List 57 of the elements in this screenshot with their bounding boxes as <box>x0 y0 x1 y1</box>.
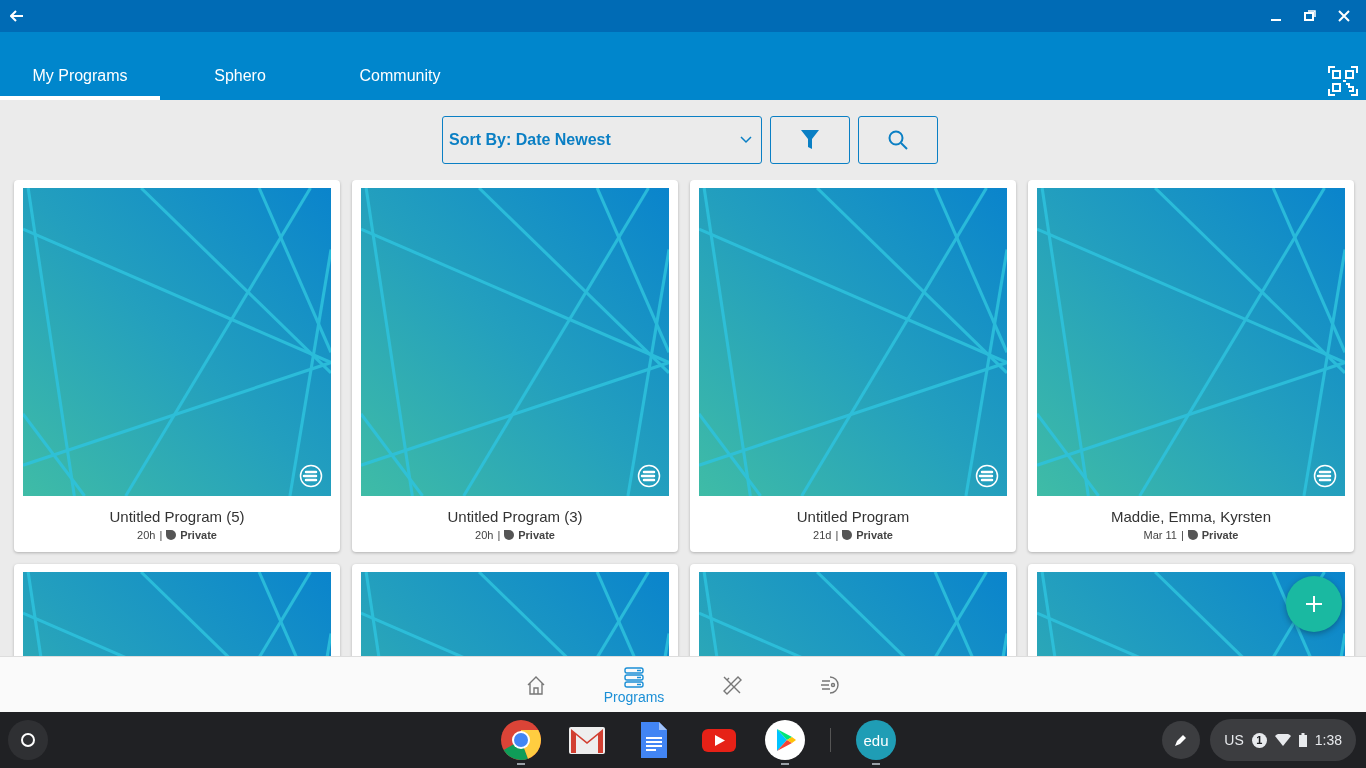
plus-icon <box>1305 595 1323 613</box>
running-indicator <box>517 763 525 765</box>
nav-item[interactable]: Programs <box>597 657 671 712</box>
chrome-icon[interactable] <box>501 720 541 760</box>
programs-icon <box>622 664 646 689</box>
filter-icon <box>800 129 820 151</box>
battery-icon <box>1298 733 1307 747</box>
lock-tag-icon <box>504 530 515 540</box>
program-card[interactable]: Untitled Program 21d | Private <box>690 180 1016 552</box>
stylus-button[interactable] <box>1162 721 1201 759</box>
search-button[interactable] <box>858 116 938 164</box>
program-badge-icon <box>1313 464 1337 488</box>
separator: | <box>497 529 501 541</box>
lock-tag-icon <box>1187 530 1198 540</box>
program-title: Untitled Program (3) <box>447 508 583 525</box>
program-title: Untitled Program <box>796 508 910 525</box>
lock-tag-icon <box>166 530 177 540</box>
tab[interactable]: Community <box>320 56 480 100</box>
sort-dropdown[interactable]: Sort By: Date Newest <box>442 116 762 164</box>
program-age: 21d <box>813 529 832 541</box>
qr-code-icon[interactable] <box>1328 66 1358 96</box>
program-badge-icon <box>637 464 661 488</box>
tab[interactable]: Sphero <box>160 56 320 100</box>
search-icon <box>888 130 908 150</box>
circle-icon <box>20 732 36 748</box>
play-store-icon[interactable] <box>765 720 805 760</box>
wifi-icon <box>1274 734 1291 746</box>
running-indicator <box>781 763 789 765</box>
lock-tag-icon <box>842 530 853 540</box>
chevron-down-icon <box>739 136 753 144</box>
program-age: 20h <box>137 529 156 541</box>
program-age: 20h <box>475 529 494 541</box>
separator: | <box>159 529 163 541</box>
back-icon[interactable] <box>10 10 24 22</box>
program-card[interactable]: Maddie, Emma, Kyrsten Mar 11 | Private <box>1028 180 1354 552</box>
edu-app-icon[interactable]: edu <box>856 720 896 760</box>
visibility-label: Private <box>1201 529 1239 541</box>
notification-count: 1 <box>1251 732 1267 748</box>
program-badge-icon <box>975 464 999 488</box>
status-tray[interactable]: US 1 1:38 <box>1210 719 1356 761</box>
program-age: Mar 11 <box>1143 529 1177 541</box>
separator: | <box>1180 529 1184 541</box>
running-indicator <box>872 763 880 765</box>
tab[interactable]: My Programs <box>0 56 160 100</box>
keyboard-layout: US <box>1224 732 1244 748</box>
program-title: Untitled Program (5) <box>109 508 245 525</box>
program-card[interactable]: Untitled Program (5) 20h | Private <box>14 180 340 552</box>
program-title: Maddie, Emma, Kyrsten <box>1110 508 1272 525</box>
filter-button[interactable] <box>770 116 850 164</box>
separator: | <box>835 529 839 541</box>
clock: 1:38 <box>1314 732 1342 748</box>
visibility-label: Private <box>180 529 217 541</box>
launcher-button[interactable] <box>8 720 48 760</box>
visibility-label: Private <box>518 529 555 541</box>
visibility-label: Private <box>856 529 893 541</box>
program-badge-icon <box>299 464 323 488</box>
program-card[interactable]: Untitled Program (3) 20h | Private <box>352 180 678 552</box>
